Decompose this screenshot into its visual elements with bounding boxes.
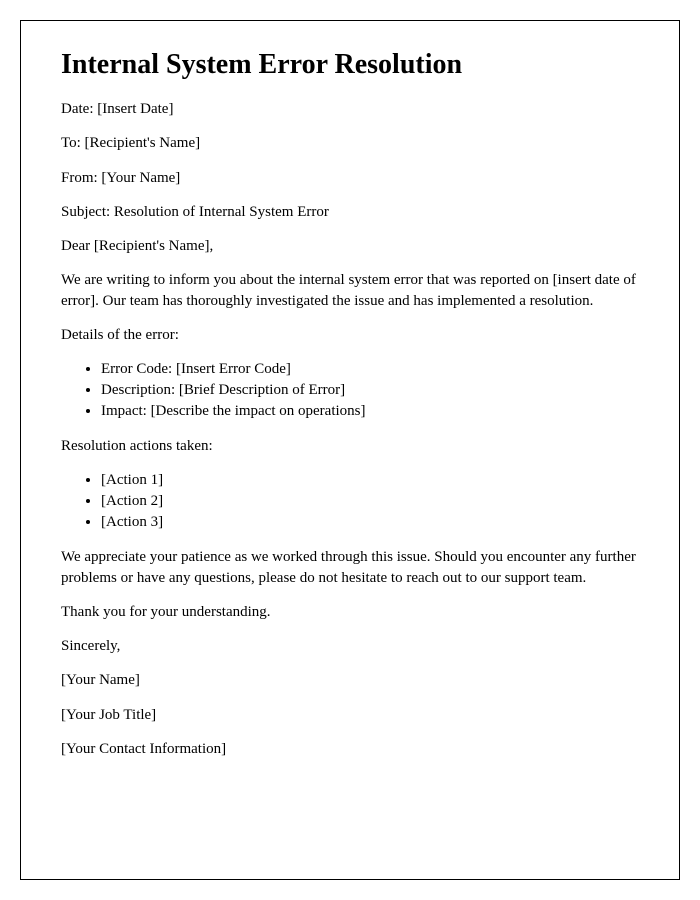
- sender-title: [Your Job Title]: [61, 705, 639, 725]
- list-item: [Action 3]: [101, 512, 639, 533]
- resolution-heading: Resolution actions taken:: [61, 436, 639, 456]
- date-line: Date: [Insert Date]: [61, 99, 639, 119]
- sender-name: [Your Name]: [61, 670, 639, 690]
- resolution-actions-list: [Action 1] [Action 2] [Action 3]: [101, 470, 639, 533]
- salutation: Dear [Recipient's Name],: [61, 236, 639, 256]
- document-title: Internal System Error Resolution: [61, 49, 639, 81]
- list-item: Impact: [Describe the impact on operatio…: [101, 401, 639, 422]
- error-details-list: Error Code: [Insert Error Code] Descript…: [101, 359, 639, 422]
- closing-paragraph: We appreciate your patience as we worked…: [61, 547, 639, 588]
- list-item: [Action 2]: [101, 491, 639, 512]
- sender-contact: [Your Contact Information]: [61, 739, 639, 759]
- signoff: Sincerely,: [61, 636, 639, 656]
- to-line: To: [Recipient's Name]: [61, 133, 639, 153]
- from-line: From: [Your Name]: [61, 168, 639, 188]
- list-item: Error Code: [Insert Error Code]: [101, 359, 639, 380]
- list-item: [Action 1]: [101, 470, 639, 491]
- thanks-line: Thank you for your understanding.: [61, 602, 639, 622]
- intro-paragraph: We are writing to inform you about the i…: [61, 270, 639, 311]
- details-heading: Details of the error:: [61, 325, 639, 345]
- list-item: Description: [Brief Description of Error…: [101, 380, 639, 401]
- subject-line: Subject: Resolution of Internal System E…: [61, 202, 639, 222]
- document-page: Internal System Error Resolution Date: […: [20, 20, 680, 880]
